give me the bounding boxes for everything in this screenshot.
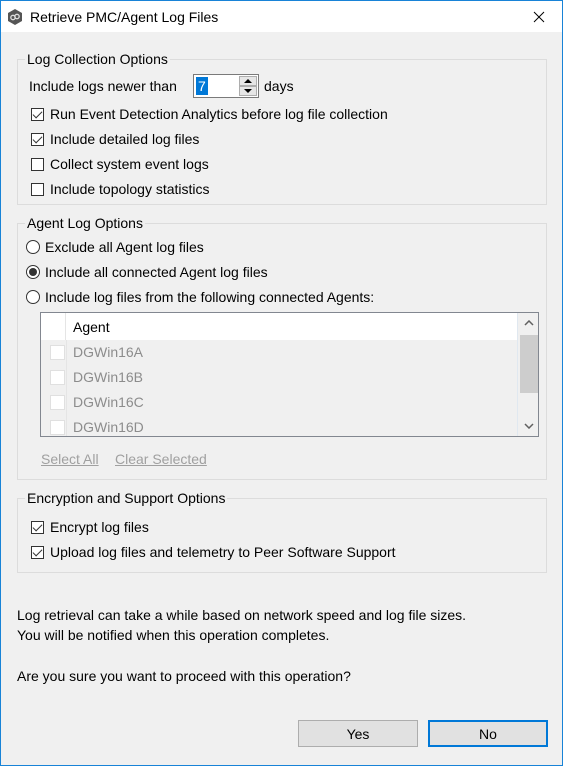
radio-label: Exclude all Agent log files — [45, 239, 204, 255]
option-label: Encrypt log files — [50, 519, 149, 535]
confirm-question: Are you sure you want to proceed with th… — [17, 668, 351, 684]
checkbox-encrypt-logs[interactable] — [31, 520, 44, 534]
agent-log-label: Agent Log Options — [25, 214, 145, 232]
message-line-1: Log retrieval can take a while based on … — [17, 607, 467, 623]
option-system-event-logs[interactable]: Collect system event logs — [31, 156, 209, 172]
message-line-2: You will be notified when this operation… — [17, 627, 330, 643]
checkbox-detailed-logs[interactable] — [31, 132, 44, 146]
row-checkbox — [50, 420, 65, 435]
column-header-agent[interactable]: Agent — [73, 319, 110, 335]
radio-label: Include all connected Agent log files — [45, 264, 268, 280]
scroll-up-button[interactable] — [518, 313, 538, 333]
column-divider — [66, 340, 67, 365]
option-upload-logs[interactable]: Upload log files and telemetry to Peer S… — [31, 544, 396, 560]
grid-header: Agent — [41, 313, 517, 340]
title-bar: Retrieve PMC/Agent Log Files — [1, 1, 562, 32]
no-button[interactable]: No — [428, 720, 548, 747]
radio-button[interactable] — [26, 240, 40, 254]
select-column-header — [41, 313, 66, 340]
select-all-link[interactable]: Select All — [41, 451, 99, 467]
newer-than-prefix: Include logs newer than — [29, 78, 177, 94]
option-label: Include detailed log files — [50, 131, 200, 147]
days-increment-button[interactable] — [239, 76, 257, 86]
row-checkbox — [50, 370, 65, 385]
agent-name: DGWin16B — [73, 369, 144, 385]
option-detailed-logs[interactable]: Include detailed log files — [31, 131, 199, 147]
option-label: Upload log files and telemetry to Peer S… — [50, 544, 396, 560]
row-checkbox — [50, 395, 65, 410]
option-label: Include topology statistics — [50, 181, 210, 197]
days-suffix: days — [264, 78, 294, 94]
radio-label: Include log files from the following con… — [45, 289, 375, 305]
vertical-scrollbar[interactable] — [517, 313, 538, 436]
chevron-up-icon — [523, 320, 534, 326]
agent-name: DGWin16D — [73, 419, 144, 435]
option-encrypt-logs[interactable]: Encrypt log files — [31, 519, 149, 535]
days-value[interactable]: 7 — [196, 77, 208, 95]
arrow-up-icon — [244, 79, 252, 83]
checkbox-topology-statistics[interactable] — [31, 182, 44, 196]
column-divider — [66, 390, 67, 415]
checkbox-upload-logs[interactable] — [31, 545, 44, 559]
days-spinner[interactable]: 7 — [193, 74, 259, 98]
dialog-window: Retrieve PMC/Agent Log Files Log Collect… — [0, 0, 563, 766]
radio-exclude-all[interactable]: Exclude all Agent log files — [26, 239, 204, 255]
checkbox-system-event-logs[interactable] — [31, 157, 44, 171]
scroll-thumb[interactable] — [520, 335, 538, 393]
encryption-label: Encryption and Support Options — [25, 489, 228, 507]
encryption-group: Encryption and Support Options — [17, 489, 547, 573]
radio-button[interactable] — [26, 290, 40, 304]
log-collection-label: Log Collection Options — [25, 50, 170, 68]
radio-include-selected[interactable]: Include log files from the following con… — [26, 289, 374, 305]
days-decrement-button[interactable] — [239, 86, 257, 96]
yes-button[interactable]: Yes — [298, 720, 418, 747]
table-row: DGWin16A — [41, 340, 517, 365]
option-run-analytics[interactable]: Run Event Detection Analytics before log… — [31, 106, 388, 122]
radio-button[interactable] — [26, 265, 40, 279]
radio-include-all[interactable]: Include all connected Agent log files — [26, 264, 268, 280]
table-row: DGWin16C — [41, 390, 517, 415]
agent-name: DGWin16A — [73, 344, 144, 360]
row-checkbox — [50, 345, 65, 360]
option-topology-statistics[interactable]: Include topology statistics — [31, 181, 210, 197]
agent-name: DGWin16C — [73, 394, 144, 410]
app-icon — [8, 9, 22, 25]
clear-selected-link[interactable]: Clear Selected — [115, 451, 207, 467]
column-divider — [66, 415, 67, 436]
window-title: Retrieve PMC/Agent Log Files — [30, 9, 219, 25]
arrow-down-icon — [244, 89, 252, 93]
table-row: DGWin16B — [41, 365, 517, 390]
newer-than-row: Include logs newer than — [29, 78, 177, 94]
option-label: Run Event Detection Analytics before log… — [50, 106, 388, 122]
scroll-down-button[interactable] — [518, 416, 538, 436]
agent-grid[interactable]: Agent DGWin16A DGWin16B DGWin16C DGWin16… — [40, 312, 539, 437]
close-icon — [533, 11, 545, 22]
chevron-down-icon — [523, 423, 534, 429]
table-row: DGWin16D — [41, 415, 517, 436]
close-button[interactable] — [516, 1, 562, 32]
option-label: Collect system event logs — [50, 156, 209, 172]
checkbox-run-analytics[interactable] — [31, 107, 44, 121]
column-divider — [66, 365, 67, 390]
